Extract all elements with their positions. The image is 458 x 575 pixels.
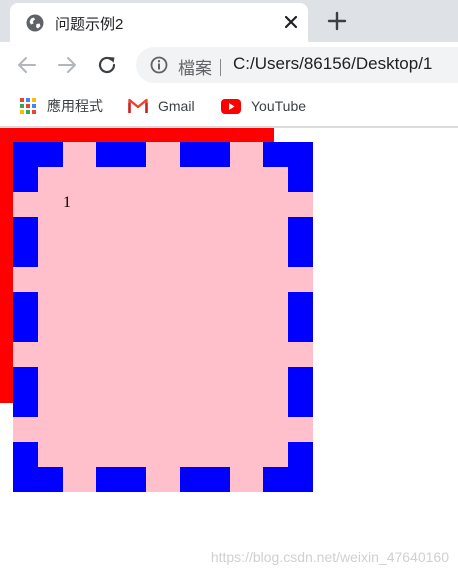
browser-toolbar: 檔案｜ C:/Users/86156/Desktop/1: [0, 42, 458, 88]
bookmark-gmail[interactable]: Gmail: [128, 95, 195, 117]
border-dash: [96, 467, 146, 492]
bookmarks-bar: 應用程式 Gmail YouTube: [0, 88, 458, 128]
bookmark-apps-label: 應用程式: [47, 98, 103, 114]
youtube-icon: [221, 98, 241, 114]
page-viewport: 1: [0, 128, 458, 575]
bookmark-apps[interactable]: 應用程式: [19, 95, 103, 117]
border-dash: [180, 467, 230, 492]
forward-arrow-icon[interactable]: [56, 54, 78, 76]
url-scheme-label: 檔案｜: [178, 59, 229, 78]
border-dash: [13, 367, 38, 417]
info-icon[interactable]: [150, 56, 168, 74]
pink-box: 1: [13, 142, 313, 492]
border-dash: [13, 442, 38, 492]
border-dash: [288, 217, 313, 267]
box-text: 1: [63, 194, 71, 211]
bookmark-youtube[interactable]: YouTube: [221, 95, 306, 117]
address-bar[interactable]: 檔案｜ C:/Users/86156/Desktop/1: [136, 47, 458, 83]
back-arrow-icon[interactable]: [16, 54, 38, 76]
gmail-icon: [128, 98, 148, 113]
apps-grid-icon: [20, 98, 36, 114]
border-dash: [180, 142, 230, 167]
browser-tab[interactable]: 问题示例2: [10, 3, 308, 42]
browser-titlebar: 问题示例2: [0, 0, 458, 42]
border-dash: [288, 142, 313, 192]
border-dash: [288, 292, 313, 342]
border-dash: [288, 442, 313, 492]
tab-title: 问题示例2: [55, 16, 124, 33]
url-text[interactable]: C:/Users/86156/Desktop/1: [233, 54, 432, 74]
bookmark-gmail-label: Gmail: [158, 98, 195, 114]
watermark: https://blog.csdn.net/weixin_47640160: [210, 549, 449, 565]
bookmark-youtube-label: YouTube: [251, 98, 307, 114]
globe-icon: [26, 14, 44, 32]
border-dash: [288, 367, 313, 417]
border-dash: [13, 292, 38, 342]
plus-icon[interactable]: [327, 11, 347, 31]
border-dash: [13, 142, 38, 192]
border-dash: [13, 217, 38, 267]
reload-icon[interactable]: [96, 54, 118, 76]
border-dash: [96, 142, 146, 167]
close-icon[interactable]: [282, 13, 300, 31]
